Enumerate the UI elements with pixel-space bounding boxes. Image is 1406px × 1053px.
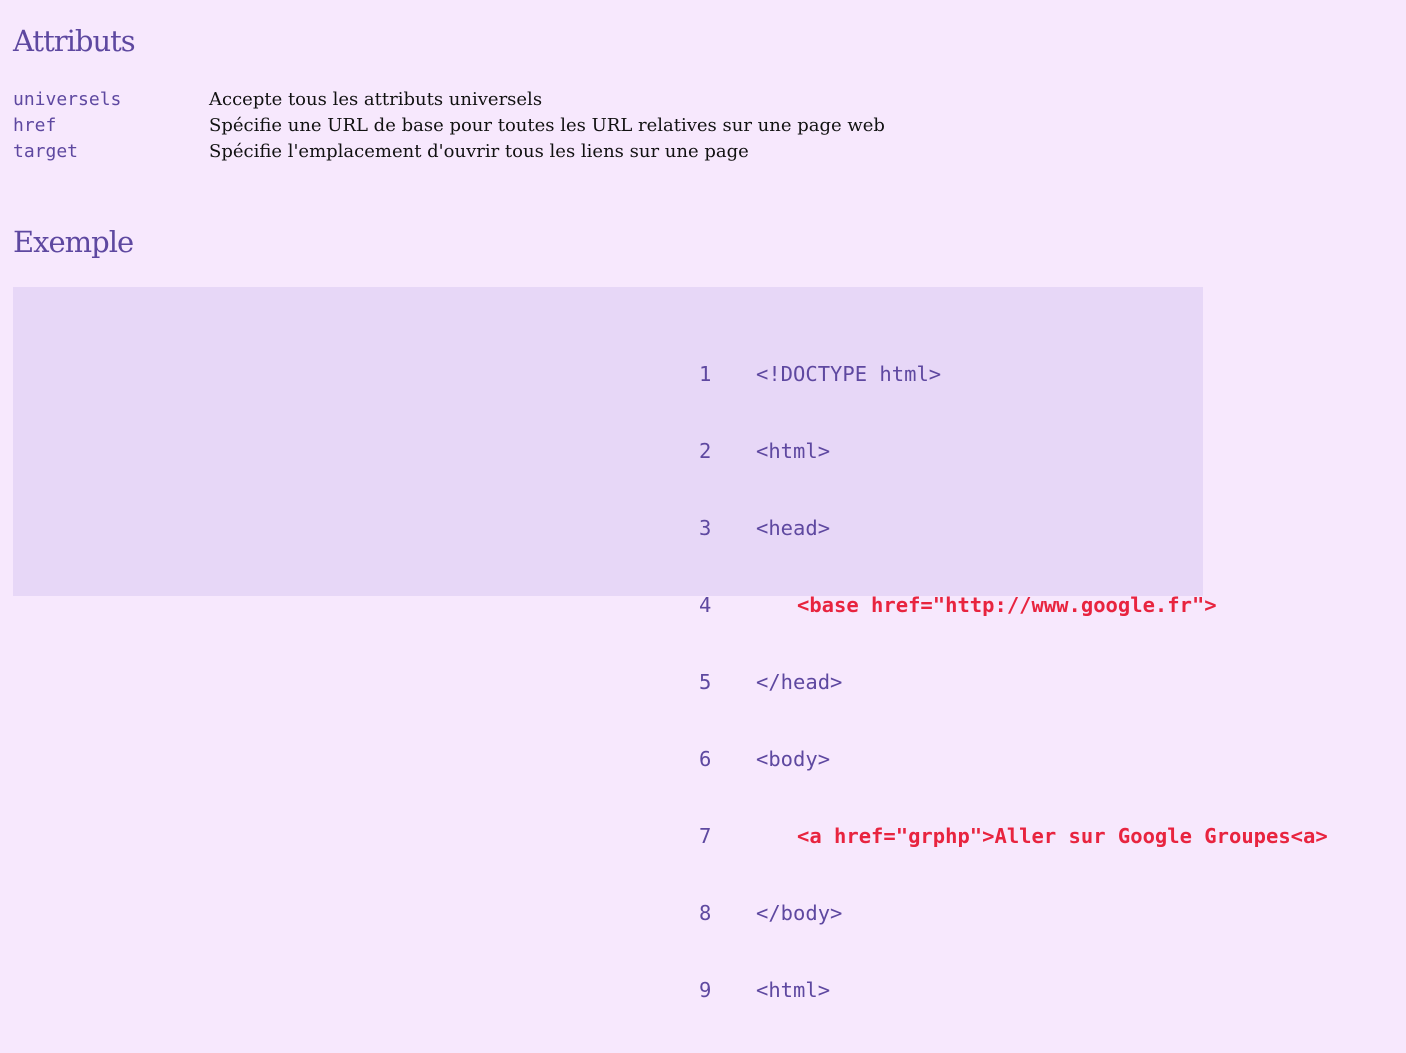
example-heading: Exemple xyxy=(13,225,134,259)
line-number: 8 xyxy=(699,901,712,925)
code-line: 6 <body> xyxy=(699,745,1328,774)
attribute-description: Spécifie l'emplacement d'ouvrir tous les… xyxy=(209,141,749,162)
code-text: <body> xyxy=(756,747,831,771)
code-line: 9 <html> xyxy=(699,976,1328,1005)
code-line: 5 </head> xyxy=(699,668,1328,697)
attribute-row: universels Accepte tous les attributs un… xyxy=(13,87,885,113)
attribute-name: universels xyxy=(13,89,122,110)
attributes-heading: Attributs xyxy=(13,24,136,58)
code-text: <html> xyxy=(756,978,831,1002)
line-number: 7 xyxy=(699,824,712,848)
code-line: 7 <a href="grphp">Aller sur Google Groupe… xyxy=(699,822,1328,851)
attribute-row: href Spécifie une URL de base pour toute… xyxy=(13,113,885,139)
code-text-highlighted: <a href="grphp">Aller sur Google Groupes… xyxy=(797,824,1328,848)
code-text: <head> xyxy=(756,516,831,540)
attribute-name: href xyxy=(13,115,57,136)
attribute-description: Spécifie une URL de base pour toutes les… xyxy=(209,115,885,136)
line-number: 3 xyxy=(699,516,712,540)
line-number: 2 xyxy=(699,439,712,463)
code-text-highlighted: <base href="http://www.google.fr"> xyxy=(797,593,1217,617)
code-text: <!DOCTYPE html> xyxy=(756,362,942,386)
attribute-row: target Spécifie l'emplacement d'ouvrir t… xyxy=(13,139,885,165)
line-number: 5 xyxy=(699,670,712,694)
code-text: </head> xyxy=(756,670,843,694)
code-line: 2 <html> xyxy=(699,437,1328,466)
code-example-block: 1 <!DOCTYPE html> 2 <html> 3 <head> 4 <base … xyxy=(13,287,1328,1002)
line-number: 6 xyxy=(699,747,712,771)
attribute-name: target xyxy=(13,141,79,162)
code-line: 1 <!DOCTYPE html> xyxy=(699,360,1328,389)
attributes-table: universels Accepte tous les attributs un… xyxy=(13,87,885,165)
code-line: 3 <head> xyxy=(699,514,1328,543)
code-text: </body> xyxy=(756,901,843,925)
code-line: 4 <base href="http://www.google.fr"> xyxy=(699,591,1328,620)
line-number: 4 xyxy=(699,593,712,617)
line-number: 9 xyxy=(699,978,712,1002)
code-text: <html> xyxy=(756,439,831,463)
attribute-description: Accepte tous les attributs universels xyxy=(209,89,543,110)
line-number: 1 xyxy=(699,362,712,386)
code-listing: 1 <!DOCTYPE html> 2 <html> 3 <head> 4 <base … xyxy=(699,312,1328,1053)
code-line: 8 </body> xyxy=(699,899,1328,928)
